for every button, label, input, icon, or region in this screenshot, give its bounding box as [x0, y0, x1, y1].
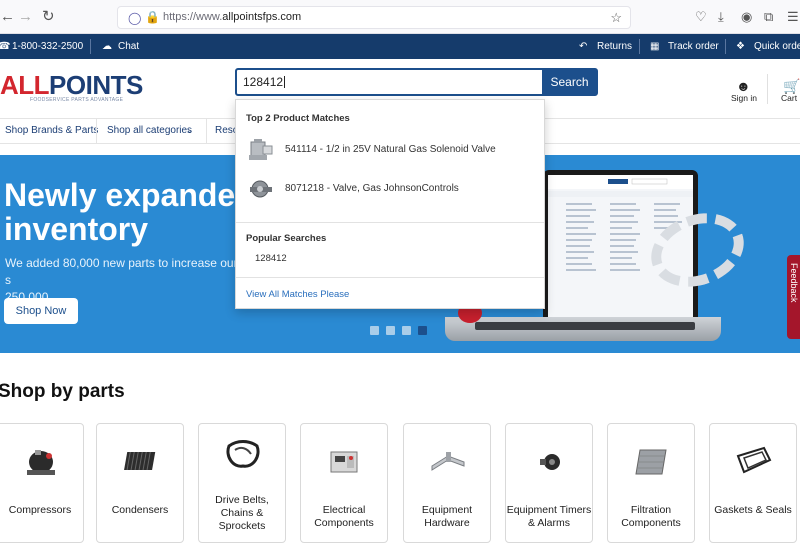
download-icon[interactable]: ⤓	[718, 10, 724, 24]
divider	[206, 119, 207, 143]
part-card-gaskets-seals[interactable]: Gaskets & Seals	[709, 423, 797, 543]
shop-by-parts-heading: Shop by parts	[0, 381, 125, 402]
search-input[interactable]: 128412	[243, 75, 286, 89]
chat-link[interactable]: Chat	[118, 41, 139, 52]
carousel-dot[interactable]	[402, 326, 411, 335]
phone-link[interactable]: 1-800-332-2500	[12, 41, 83, 52]
carousel-dot[interactable]	[386, 326, 395, 335]
filter-image	[635, 449, 667, 475]
feedback-tab[interactable]: Feedback	[787, 255, 800, 339]
top-matches-heading: Top 2 Product Matches	[246, 113, 350, 124]
condenser-image	[124, 452, 156, 470]
back-arrow-icon[interactable]: ←	[0, 9, 15, 25]
shop-now-button[interactable]: Shop Now	[4, 298, 78, 324]
shield-icon[interactable]: ◯	[128, 11, 141, 25]
utility-bar: ☎ 1-800-332-2500 ☁ Chat ↶ Returns ▦ Trac…	[0, 34, 800, 59]
divider	[767, 74, 768, 104]
track-order-icon: ▦	[650, 41, 660, 52]
forward-arrow-icon[interactable]: →	[18, 9, 33, 25]
divider	[236, 222, 544, 223]
pocket-icon[interactable]: ♡	[695, 10, 707, 24]
gas-valve-image	[250, 180, 272, 198]
gasket-image	[736, 446, 772, 474]
divider	[725, 39, 726, 54]
electrical-component-image	[330, 451, 358, 473]
search-field[interactable]: 128412 Search	[235, 68, 598, 96]
chat-icon: ☁	[102, 41, 112, 52]
product-match-item[interactable]: 8071218 - Valve, Gas JohnsonControls	[236, 172, 544, 208]
part-card-compressors[interactable]: Compressors	[0, 423, 84, 543]
quick-order-icon: ❖	[736, 41, 745, 52]
quick-order-link[interactable]: Quick order	[754, 41, 800, 52]
returns-icon: ↶	[579, 41, 588, 52]
chevron-down-icon[interactable]: ⌄	[186, 125, 194, 136]
logo[interactable]: ALLPOINTS FOODSERVICE PARTS ADVANTAGE	[0, 72, 143, 103]
divider	[96, 119, 97, 143]
part-card-timers-alarms[interactable]: Equipment Timers & Alarms	[505, 423, 593, 543]
part-card-electrical[interactable]: Electrical Components	[300, 423, 388, 543]
part-card-condensers[interactable]: Condensers	[96, 423, 184, 543]
search-button[interactable]: Search	[542, 68, 597, 96]
timer-image	[540, 454, 560, 470]
nav-shop-all-categories[interactable]: Shop all categories	[107, 125, 192, 136]
returns-link[interactable]: Returns	[597, 41, 632, 52]
bookmark-star-icon[interactable]: ☆	[610, 10, 622, 26]
address-bar[interactable]: ◯ 🔒 https://www.allpointsfps.com ☆	[117, 6, 631, 29]
menu-icon[interactable]: ☰	[787, 10, 799, 24]
solenoid-valve-image	[249, 139, 273, 160]
reload-icon[interactable]: ↻	[42, 9, 55, 25]
drive-belt-image	[226, 440, 260, 468]
hardware-bracket-image	[431, 452, 465, 471]
divider	[236, 277, 544, 278]
part-card-hardware[interactable]: Equipment Hardware	[403, 423, 491, 543]
compressor-image	[27, 450, 55, 475]
lock-icon[interactable]: 🔒	[145, 10, 160, 24]
view-all-matches-link[interactable]: View All Matches Please	[246, 289, 349, 300]
track-order-link[interactable]: Track order	[668, 41, 719, 52]
popular-search-item[interactable]: 128412	[255, 253, 287, 264]
divider	[639, 39, 640, 54]
hero-title: Newly expanded inventory	[4, 177, 255, 247]
nav-shop-brands[interactable]: Shop Brands & Parts	[5, 125, 98, 136]
user-icon[interactable]: ☻	[736, 78, 751, 94]
phone-icon: ☎	[0, 41, 11, 52]
carousel-dot[interactable]	[370, 326, 379, 335]
sign-in-link[interactable]: Sign in	[731, 93, 757, 103]
part-card-drive-belts[interactable]: Drive Belts, Chains & Sprockets	[198, 423, 286, 543]
divider	[90, 39, 91, 54]
search-suggestions-dropdown: Top 2 Product Matches 541114 - 1/2 in 25…	[235, 99, 545, 309]
laptop-keyboard	[475, 322, 695, 330]
carousel-dot-active[interactable]	[418, 326, 427, 335]
product-match-item[interactable]: 541114 - 1/2 in 25V Natural Gas Solenoid…	[236, 133, 544, 169]
popular-searches-heading: Popular Searches	[246, 233, 327, 244]
url-text: https://www.allpointsfps.com	[163, 11, 302, 23]
account-icon[interactable]: ◉	[741, 10, 752, 24]
extensions-icon[interactable]: ⧉	[764, 10, 773, 24]
cart-link[interactable]: Cart	[781, 93, 797, 103]
part-card-filtration[interactable]: Filtration Components	[607, 423, 695, 543]
browser-toolbar: ← → ↻ ◯ 🔒 https://www.allpointsfps.com ☆…	[0, 0, 800, 34]
